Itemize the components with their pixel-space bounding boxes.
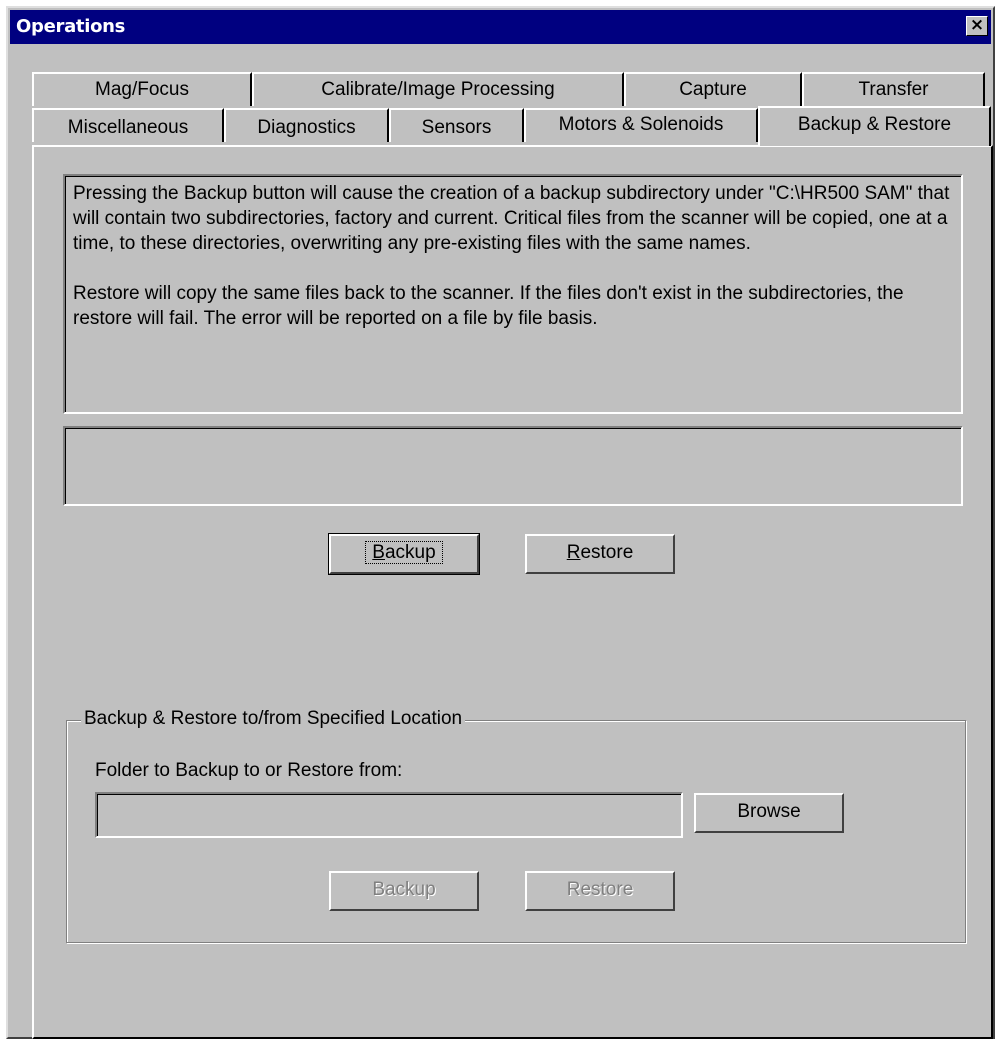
- location-backup-button[interactable]: Backup: [329, 871, 479, 911]
- close-icon: ×: [969, 15, 985, 35]
- folder-path-input[interactable]: [95, 792, 683, 838]
- backup-button[interactable]: Backup: [328, 533, 480, 575]
- info-paragraph-backup: Pressing the Backup button will cause th…: [73, 183, 950, 254]
- tab-motors-solenoids[interactable]: Motors & Solenoids: [524, 108, 758, 142]
- location-backup-label: Backup: [372, 879, 436, 900]
- restore-button[interactable]: Restore: [525, 534, 675, 574]
- tab-label: Calibrate/Image Processing: [321, 79, 555, 100]
- specified-location-group: Backup & Restore to/from Specified Locat…: [66, 708, 966, 943]
- backup-restore-panel: Pressing the Backup button will cause th…: [32, 145, 993, 1039]
- group-legend: Backup & Restore to/from Specified Locat…: [81, 708, 466, 730]
- folder-label: Folder to Backup to or Restore from:: [95, 760, 403, 781]
- close-button[interactable]: ×: [966, 16, 988, 36]
- location-restore-button[interactable]: Restore: [525, 871, 675, 911]
- tab-label: Transfer: [858, 79, 929, 100]
- browse-button[interactable]: Browse: [694, 793, 844, 833]
- tab-label: Capture: [679, 79, 747, 100]
- tab-miscellaneous[interactable]: Miscellaneous: [32, 108, 224, 142]
- tab-label: Mag/Focus: [95, 79, 189, 100]
- location-restore-label: Restore: [566, 879, 634, 900]
- title-bar[interactable]: Operations ×: [10, 10, 991, 44]
- status-box: [63, 426, 963, 506]
- info-textbox: Pressing the Backup button will cause th…: [63, 174, 963, 414]
- info-paragraph-restore: Restore will copy the same files back to…: [73, 283, 904, 329]
- backup-button-label: Backup: [365, 541, 443, 564]
- window-title: Operations: [16, 16, 126, 37]
- tab-mag-focus[interactable]: Mag/Focus: [32, 72, 252, 106]
- restore-button-label: Restore: [566, 542, 634, 563]
- tab-label: Motors & Solenoids: [558, 114, 724, 135]
- tab-capture[interactable]: Capture: [624, 72, 802, 106]
- tab-label: Backup & Restore: [797, 114, 952, 135]
- tab-label: Diagnostics: [257, 117, 356, 138]
- tab-calibrate-image-processing[interactable]: Calibrate/Image Processing: [252, 72, 624, 106]
- tab-transfer[interactable]: Transfer: [802, 72, 985, 106]
- tab-diagnostics[interactable]: Diagnostics: [224, 108, 389, 142]
- browse-button-label: Browse: [737, 801, 801, 822]
- tab-label: Sensors: [421, 117, 492, 138]
- tab-label: Miscellaneous: [67, 117, 189, 138]
- tab-sensors[interactable]: Sensors: [389, 108, 524, 142]
- operations-window: Operations × Mag/Focus Calibrate/Image P…: [6, 6, 995, 1039]
- tab-backup-restore[interactable]: Backup & Restore: [758, 106, 991, 146]
